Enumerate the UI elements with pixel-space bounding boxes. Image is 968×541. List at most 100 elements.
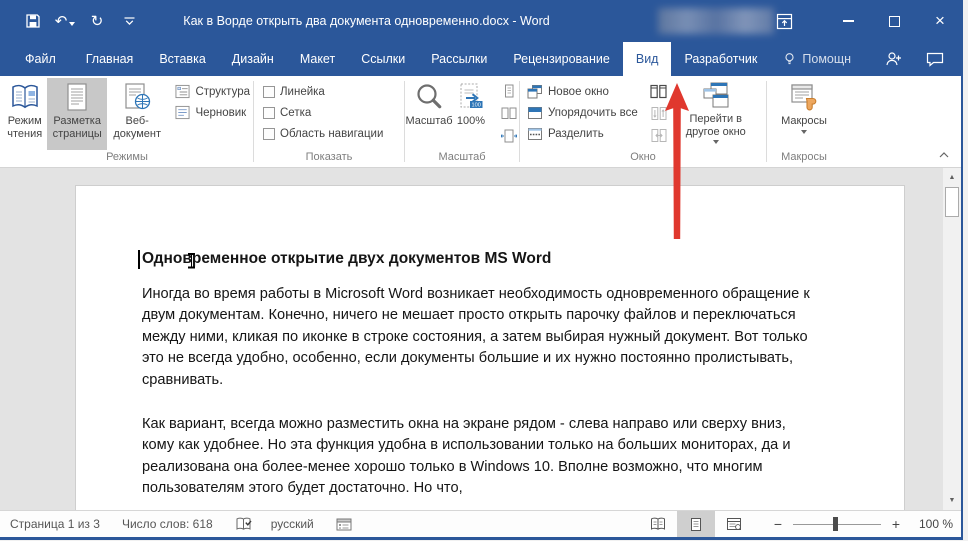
tab-review[interactable]: Рецензирование bbox=[500, 42, 623, 76]
ruler-checkbox[interactable]: Линейка bbox=[261, 81, 327, 102]
spellcheck-button[interactable] bbox=[235, 517, 253, 531]
save-icon bbox=[25, 13, 41, 29]
web-layout-view-button[interactable] bbox=[715, 511, 753, 537]
statusbar-right: − + 100 % bbox=[639, 511, 963, 537]
status-bar: Страница 1 из 3 Число слов: 618 русский bbox=[0, 510, 963, 537]
tab-mailings[interactable]: Рассылки bbox=[418, 42, 500, 76]
zoom-slider[interactable] bbox=[793, 517, 881, 531]
document-content: Одновременное открытие двух документов M… bbox=[142, 250, 816, 510]
zoom-button[interactable]: Масштаб bbox=[406, 78, 452, 150]
window-right-border bbox=[961, 42, 963, 540]
scrollbar-thumb[interactable] bbox=[945, 187, 959, 217]
zoom-in-button[interactable]: + bbox=[885, 516, 907, 532]
zoom-100-icon: 100 bbox=[455, 81, 487, 113]
nav-pane-checkbox[interactable]: Область навигации bbox=[261, 123, 385, 144]
print-layout-view-button[interactable] bbox=[677, 511, 715, 537]
group-divider bbox=[519, 81, 520, 162]
ribbon-display-options-button[interactable] bbox=[761, 0, 807, 42]
tab-file[interactable]: Файл bbox=[8, 42, 73, 76]
group-zoom-content: Масштаб 100 100% bbox=[406, 76, 518, 150]
redo-button[interactable]: ↻ bbox=[82, 6, 112, 36]
switch-windows-icon bbox=[700, 81, 732, 111]
zoom-slider-thumb[interactable] bbox=[833, 517, 838, 531]
minimize-icon bbox=[843, 20, 854, 22]
scroll-up-button[interactable]: ▲ bbox=[943, 169, 961, 186]
maximize-button[interactable] bbox=[871, 0, 917, 42]
save-button[interactable] bbox=[18, 6, 48, 36]
tab-references[interactable]: Ссылки bbox=[348, 42, 418, 76]
text-caret bbox=[138, 250, 140, 269]
one-page-button[interactable] bbox=[498, 82, 520, 101]
web-layout-button[interactable]: Веб-документ bbox=[107, 78, 167, 150]
redacted-user-name bbox=[658, 8, 774, 34]
maximize-icon bbox=[889, 16, 900, 27]
view-side-by-side-button[interactable] bbox=[648, 82, 670, 101]
minimize-button[interactable] bbox=[825, 0, 871, 42]
close-button[interactable]: × bbox=[917, 0, 963, 42]
document-page[interactable]: Одновременное открытие двух документов M… bbox=[75, 185, 905, 510]
zoom-small-column bbox=[498, 78, 520, 145]
group-divider bbox=[253, 81, 254, 162]
word-count[interactable]: Число слов: 618 bbox=[122, 517, 213, 531]
tab-view[interactable]: Вид bbox=[623, 42, 672, 76]
nav-pane-checkbox-box[interactable] bbox=[263, 128, 275, 140]
customize-qat-button[interactable] bbox=[114, 6, 144, 36]
group-zoom: Масштаб 100 100% bbox=[406, 76, 518, 167]
zoom-100-button[interactable]: 100 100% bbox=[452, 78, 490, 150]
undo-button[interactable]: ↶ bbox=[50, 6, 80, 36]
tab-insert[interactable]: Вставка bbox=[146, 42, 218, 76]
multiple-pages-icon bbox=[501, 107, 517, 120]
one-page-icon bbox=[502, 84, 516, 99]
quick-access-toolbar: ↶ ↻ bbox=[0, 6, 144, 36]
tab-tell-me[interactable]: Помощн bbox=[770, 42, 864, 76]
undo-dropdown-icon[interactable] bbox=[69, 22, 75, 26]
share-button[interactable] bbox=[875, 44, 911, 74]
redo-icon: ↻ bbox=[91, 14, 104, 29]
group-window-content: Новое окно Упорядочить все bbox=[521, 76, 765, 150]
group-modes: Режим чтения Разметка страницы bbox=[2, 76, 252, 167]
ruler-checkbox-box[interactable] bbox=[263, 86, 275, 98]
comments-button[interactable] bbox=[917, 44, 953, 74]
reset-window-position-icon bbox=[651, 128, 667, 143]
zoom-out-button[interactable]: − bbox=[767, 516, 789, 532]
document-heading: Одновременное открытие двух документов M… bbox=[142, 250, 816, 268]
web-layout-view-icon bbox=[726, 517, 742, 531]
read-mode-button[interactable]: Режим чтения bbox=[2, 78, 47, 150]
read-mode-view-button[interactable] bbox=[639, 511, 677, 537]
new-window-icon bbox=[527, 84, 543, 100]
outline-view-button[interactable]: Структура bbox=[173, 81, 252, 102]
tab-home[interactable]: Главная bbox=[73, 42, 147, 76]
print-layout-button[interactable]: Разметка страницы bbox=[47, 78, 107, 150]
tab-layout[interactable]: Макет bbox=[287, 42, 348, 76]
arrange-all-button[interactable]: Упорядочить все bbox=[525, 102, 640, 123]
group-modes-label: Режимы bbox=[2, 150, 252, 167]
read-mode-icon bbox=[9, 81, 41, 113]
tab-developer[interactable]: Разработчик bbox=[671, 42, 770, 76]
zoom-percentage[interactable]: 100 % bbox=[907, 517, 953, 531]
macros-button[interactable]: Макросы bbox=[773, 78, 835, 150]
switch-windows-button[interactable]: Перейти в другое окно bbox=[678, 78, 754, 150]
split-icon bbox=[527, 126, 543, 142]
page-width-button[interactable] bbox=[498, 126, 520, 145]
word-window: ↶ ↻ Как в Ворде открыть два документа од… bbox=[0, 0, 963, 540]
lightbulb-icon bbox=[783, 52, 796, 66]
read-mode-view-icon bbox=[649, 517, 667, 531]
group-window: Новое окно Упорядочить все bbox=[521, 76, 765, 167]
draft-view-button[interactable]: Черновик bbox=[173, 102, 252, 123]
vertical-scrollbar[interactable]: ▲ ▼ bbox=[943, 168, 961, 510]
gridlines-checkbox-box[interactable] bbox=[263, 107, 275, 119]
page-indicator[interactable]: Страница 1 из 3 bbox=[10, 517, 100, 531]
language-indicator[interactable]: русский bbox=[271, 517, 314, 531]
new-window-button[interactable]: Новое окно bbox=[525, 81, 640, 102]
undo-icon: ↶ bbox=[55, 14, 68, 29]
group-divider bbox=[766, 81, 767, 162]
gridlines-checkbox[interactable]: Сетка bbox=[261, 102, 313, 123]
collapse-ribbon-button[interactable] bbox=[935, 148, 953, 162]
split-button[interactable]: Разделить bbox=[525, 123, 640, 144]
group-show: Линейка Сетка Область навигации Показать bbox=[255, 76, 403, 167]
tab-design[interactable]: Дизайн bbox=[219, 42, 287, 76]
scroll-down-button[interactable]: ▼ bbox=[943, 492, 961, 509]
view-side-by-side-icon bbox=[650, 84, 667, 99]
multiple-pages-button[interactable] bbox=[498, 104, 520, 123]
macro-recorder-button[interactable] bbox=[336, 518, 352, 531]
